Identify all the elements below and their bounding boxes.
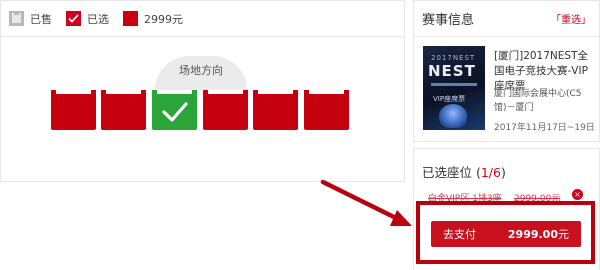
- legend-price: 2999元: [123, 11, 183, 27]
- selected-title-prefix: 已选座位 (: [422, 165, 481, 180]
- annotation-highlight-box: [416, 201, 595, 264]
- reselect-link[interactable]: 「重选」: [551, 11, 591, 26]
- event-venue: 厦门国际会展中心(C5馆)－厦门: [494, 89, 582, 113]
- event-info-header: 赛事信息 「重选」: [414, 1, 599, 37]
- selected-seat-icon: [66, 11, 81, 26]
- legend-price-label: 2999元: [144, 12, 183, 26]
- seat-legend: 已售 已选 2999元: [1, 1, 404, 37]
- seat-3-selected[interactable]: [152, 90, 197, 130]
- event-poster: 2017NEST NEST VIP座席票: [423, 46, 485, 130]
- selected-title-suffix: ): [500, 165, 506, 180]
- legend-sold-label: 已售: [30, 12, 52, 26]
- remove-seat-icon[interactable]: ×: [572, 189, 583, 200]
- legend-sold: 已售: [9, 11, 52, 27]
- legend-selected: 已选: [66, 11, 109, 27]
- selected-seats-title: 已选座位 (1/6): [422, 162, 506, 181]
- check-icon: [162, 102, 188, 122]
- stage-direction: 场地方向: [155, 56, 247, 90]
- poster-title-text: NEST: [428, 62, 476, 80]
- price-tier-swatch: [123, 11, 138, 26]
- trophy-badge-icon: [439, 104, 467, 128]
- selected-count: 1/6: [480, 165, 501, 180]
- event-info-panel: 赛事信息 「重选」 2017NEST NEST VIP座席票 [厦门]2017N…: [413, 0, 600, 142]
- event-info-title: 赛事信息: [422, 13, 475, 28]
- sold-seat-icon: [9, 11, 24, 26]
- seat-5[interactable]: [253, 90, 298, 130]
- seat-6[interactable]: [304, 90, 349, 130]
- seat-1[interactable]: [51, 90, 96, 130]
- seat-2[interactable]: [101, 90, 146, 130]
- event-date: 2017年11月17日~19日: [494, 123, 595, 133]
- seat-map-panel: 已售 已选 2999元 场地方向: [0, 0, 405, 182]
- poster-year-text: 2017NEST: [431, 54, 476, 62]
- poster-tag-text: VIP座席票: [433, 95, 466, 103]
- seat-4[interactable]: [203, 90, 248, 130]
- stage-label: 场地方向: [179, 64, 223, 77]
- legend-selected-label: 已选: [87, 12, 109, 26]
